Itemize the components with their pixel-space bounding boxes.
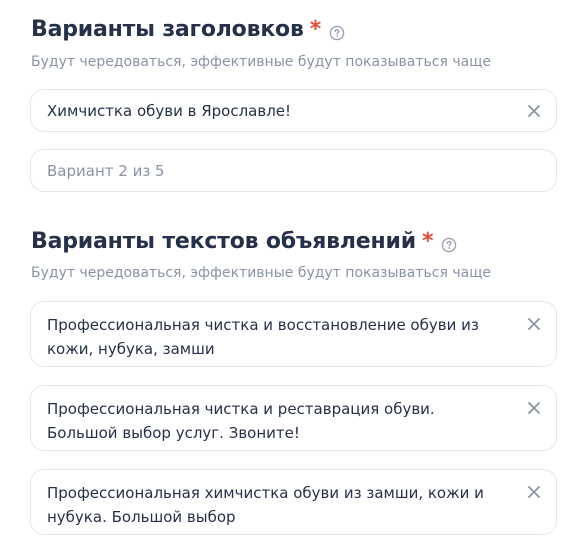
ad-text-input-3[interactable]: Профессиональная химчистка обуви из замш… xyxy=(30,469,557,535)
close-icon[interactable] xyxy=(526,400,542,416)
ad-text-input-1-value[interactable]: Профессиональная чистка и восстановление… xyxy=(47,313,487,361)
ad-text-input-3-value[interactable]: Профессиональная химчистка обуви из замш… xyxy=(47,481,487,529)
ad-variants-form: Варианты заголовков * Будут чередоваться… xyxy=(0,0,577,554)
texts-section-title: Варианты текстов объявлений * xyxy=(31,229,457,254)
close-icon[interactable] xyxy=(526,103,542,119)
help-circle-icon[interactable] xyxy=(441,234,457,252)
headline-input-2[interactable]: Вариант 2 из 5 xyxy=(30,149,557,192)
headline-input-1-value[interactable]: Химчистка обуви в Ярославле! xyxy=(47,102,291,120)
ad-text-input-2-value[interactable]: Профессиональная чистка и реставрация об… xyxy=(47,397,487,445)
required-mark: * xyxy=(309,17,322,42)
headline-input-2-placeholder[interactable]: Вариант 2 из 5 xyxy=(47,162,165,180)
ad-text-input-2[interactable]: Профессиональная чистка и реставрация об… xyxy=(30,385,557,451)
texts-subtitle: Будут чередоваться, эффективные будут по… xyxy=(31,265,492,281)
ad-text-input-1[interactable]: Профессиональная чистка и восстановление… xyxy=(30,301,557,367)
headlines-subtitle: Будут чередоваться, эффективные будут по… xyxy=(31,54,492,70)
headlines-section-title: Варианты заголовков * xyxy=(31,17,345,42)
close-icon[interactable] xyxy=(526,316,542,332)
headlines-title-text: Варианты заголовков xyxy=(31,17,304,42)
texts-title-text: Варианты текстов объявлений xyxy=(31,229,416,254)
help-circle-icon[interactable] xyxy=(329,22,345,40)
required-mark: * xyxy=(421,229,434,254)
close-icon[interactable] xyxy=(526,484,542,500)
headline-input-1[interactable]: Химчистка обуви в Ярославле! xyxy=(30,89,557,132)
